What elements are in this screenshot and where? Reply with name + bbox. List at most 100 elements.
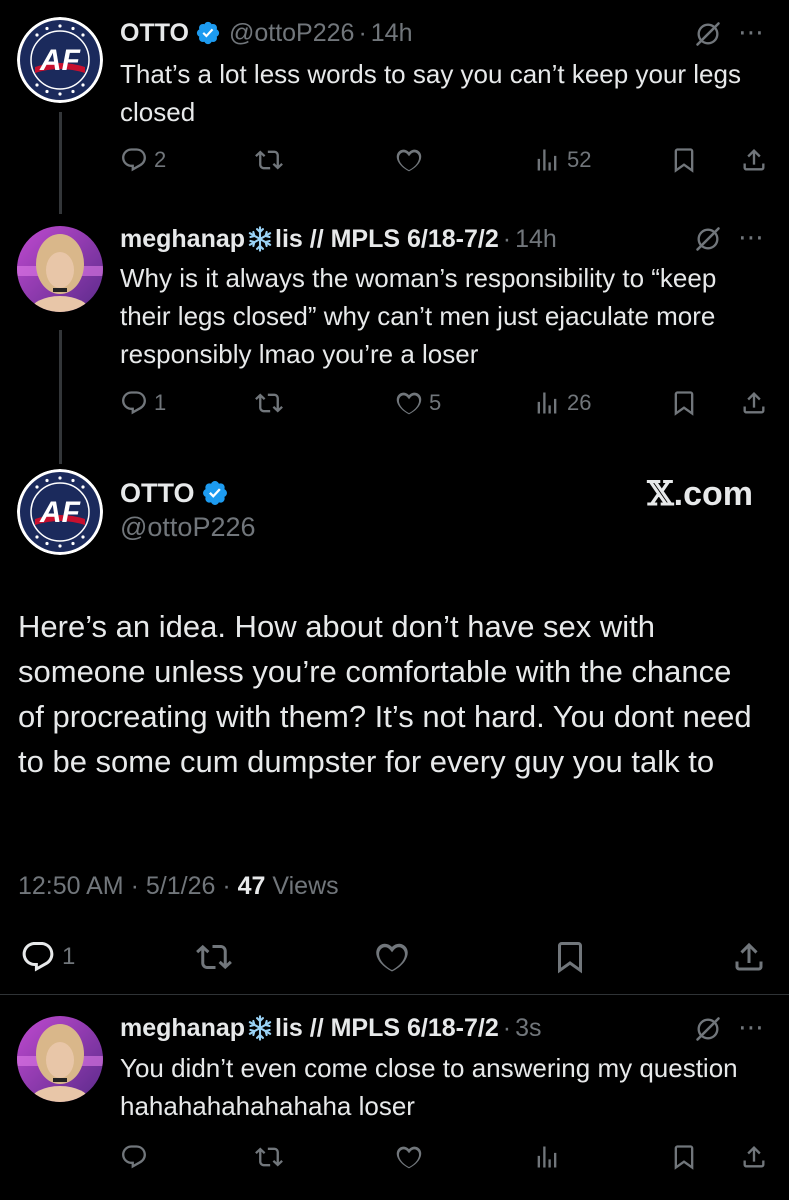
more-icon[interactable]: ⋯ [738,224,765,250]
views-icon [533,389,561,417]
tweet-text: That’s a lot less words to say you can’t… [120,59,741,127]
like-icon [395,389,423,417]
tweet-actions: 2 52 [120,142,770,178]
share-button[interactable] [740,1139,768,1175]
main-tweet-actions: 1 [0,935,789,979]
display-name-part2[interactable]: lis // MPLS 6/18-7/2 [275,1014,499,1043]
tweet-text: You didn’t even come close to answering … [120,1053,738,1121]
share-icon [740,389,768,417]
avatar[interactable] [17,1016,103,1102]
separator-dot: · [502,1013,512,1042]
retweet-button[interactable] [255,142,283,178]
grok-icon[interactable] [694,225,722,253]
bookmark-icon [552,939,588,975]
bookmark-button[interactable] [552,935,588,979]
retweet-icon [255,146,283,174]
views-icon [533,1143,561,1171]
tweet-otto-reply[interactable]: AF OTTO @ottoP226 · 14h ⋯ That’s a lot l… [0,0,789,200]
bookmark-button[interactable] [670,142,698,178]
views-button[interactable]: 52 [533,142,591,178]
display-name[interactable]: OTTO [120,19,189,48]
views-button[interactable]: 26 [533,385,591,421]
main-tweet-text: Here’s an idea. How about don’t have sex… [18,609,752,779]
tweet-meta: 12:50 AM · 5/1/26 · 47 Views [18,872,339,901]
handle[interactable]: @ottoP226 [120,512,256,543]
display-name-part1[interactable]: meghanap [120,225,245,254]
like-button[interactable]: 5 [395,385,441,421]
more-icon[interactable]: ⋯ [738,19,765,45]
retweet-button[interactable] [196,935,232,979]
views-icon [533,146,561,174]
avatar[interactable] [17,226,103,312]
like-icon [395,1143,423,1171]
verified-badge-icon[interactable] [195,20,221,46]
grok-icon[interactable] [694,20,722,48]
separator-dot: · [358,18,367,47]
reply-button[interactable] [120,1139,148,1175]
share-button[interactable] [740,385,768,421]
share-icon [740,1143,768,1171]
like-button[interactable] [395,1139,423,1175]
bookmark-icon [670,146,698,174]
display-name-part1[interactable]: meghanap [120,1014,245,1043]
main-author-name[interactable]: OTTO [120,475,229,511]
retweet-button[interactable] [255,385,283,421]
separator-dot: · [130,872,139,900]
separator-dot: · [502,224,512,253]
reply-button[interactable]: 1 [20,935,75,979]
display-name[interactable]: OTTO [120,478,195,509]
reply-icon [120,1143,148,1171]
handle[interactable]: @ottoP226 [229,19,354,48]
af-logo-icon: AF [17,17,103,103]
views-count[interactable]: 47 [238,872,266,900]
separator-dot: · [222,872,231,900]
tweet-actions [120,1139,770,1175]
share-icon [731,939,767,975]
bookmark-button[interactable] [670,385,698,421]
timestamp[interactable]: 14h [515,225,557,254]
tweet-text: Why is it always the woman’s responsibil… [120,263,717,369]
reply-icon [120,389,148,417]
reply-icon [20,939,56,975]
divider [0,994,789,995]
tweet-actions: 1 5 26 [120,385,770,421]
snowflake-icon [246,225,274,253]
share-button[interactable] [740,142,768,178]
views-button[interactable] [533,1139,561,1175]
reply-button[interactable]: 2 [120,142,166,178]
timestamp[interactable]: 3s [515,1014,541,1043]
like-button[interactable] [395,142,423,178]
like-icon [395,146,423,174]
more-icon[interactable]: ⋯ [738,1014,765,1040]
retweet-icon [196,939,232,975]
like-button[interactable] [374,935,410,979]
af-logo-icon: AF [17,469,103,555]
profile-photo [17,226,103,312]
svg-text:AF: AF [39,44,81,77]
bookmark-button[interactable] [670,1139,698,1175]
grok-icon[interactable] [694,1015,722,1043]
svg-text:AF: AF [39,496,81,529]
x-com-watermark: 𝕏.com [647,474,753,514]
retweet-icon [255,389,283,417]
share-button[interactable] [731,935,767,979]
post-time[interactable]: 12:50 AM [18,872,124,900]
views-label: Views [272,872,339,900]
tweet-meghan-latest-reply[interactable]: meghanap lis // MPLS 6/18-7/2 · 3s ⋯ You… [0,1005,789,1200]
avatar[interactable]: AF [17,469,103,555]
retweet-button[interactable] [255,1139,283,1175]
bookmark-icon [670,389,698,417]
retweet-icon [255,1143,283,1171]
tweet-meghan-reply[interactable]: meghanap lis // MPLS 6/18-7/2 · 14h ⋯ Wh… [0,215,789,455]
avatar[interactable]: AF [17,17,103,103]
reply-icon [120,146,148,174]
timestamp[interactable]: 14h [371,19,413,48]
snowflake-icon [246,1014,274,1042]
verified-badge-icon[interactable] [201,479,229,507]
share-icon [740,146,768,174]
display-name-part2[interactable]: lis // MPLS 6/18-7/2 [275,225,499,254]
reply-button[interactable]: 1 [120,385,166,421]
like-icon [374,939,410,975]
post-date[interactable]: 5/1/26 [146,872,216,900]
bookmark-icon [670,1143,698,1171]
